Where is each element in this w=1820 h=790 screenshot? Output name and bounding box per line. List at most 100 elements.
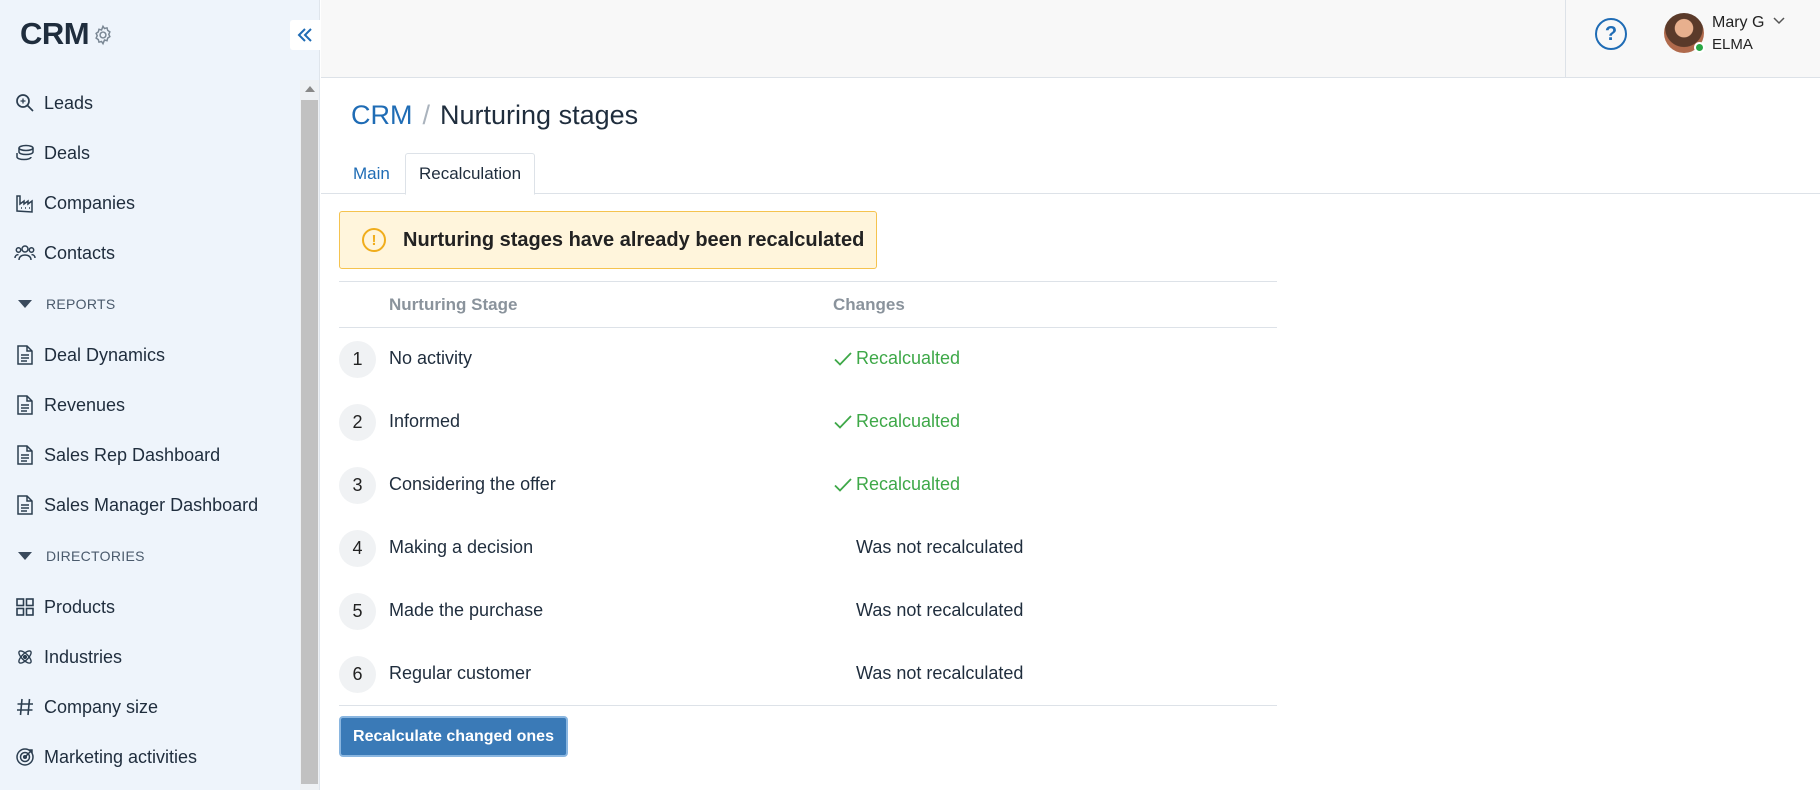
sidebar: CRM Leads Deals Companies Contacts REPOR… bbox=[0, 0, 320, 790]
coins-icon bbox=[14, 142, 36, 164]
grid-icon bbox=[14, 596, 36, 618]
sidebar-item-companies[interactable]: Companies bbox=[0, 178, 300, 228]
document-icon bbox=[14, 344, 36, 366]
tab-bar: Main Recalculation bbox=[321, 153, 1820, 195]
change-status: Recalcualted bbox=[833, 474, 960, 495]
gear-icon[interactable] bbox=[92, 24, 114, 46]
check-icon bbox=[834, 351, 852, 366]
caret-down-icon bbox=[18, 552, 32, 560]
topbar-divider bbox=[1565, 0, 1566, 78]
section-label: REPORTS bbox=[46, 296, 116, 312]
stage-name: Considering the offer bbox=[389, 474, 556, 494]
change-status-text: Recalcualted bbox=[856, 411, 961, 431]
hash-icon bbox=[14, 696, 36, 718]
sidebar-item-sales-manager-dashboard[interactable]: Sales Manager Dashboard bbox=[0, 480, 300, 530]
atom-icon bbox=[14, 646, 36, 668]
sidebar-item-label: Revenues bbox=[44, 394, 126, 415]
tab-recalculation[interactable]: Recalculation bbox=[405, 153, 536, 195]
row-number-badge: 4 bbox=[339, 530, 376, 567]
document-icon bbox=[14, 394, 36, 416]
table-bottom-border bbox=[339, 705, 1277, 706]
change-status-text: Was not recalculated bbox=[856, 600, 1024, 620]
user-org: ELMA bbox=[1712, 36, 1753, 53]
table-row: 6 Regular customer Was not recalculated bbox=[339, 643, 1277, 706]
check-icon bbox=[834, 414, 852, 429]
row-number-badge: 3 bbox=[339, 467, 376, 504]
sidebar-item-label: Leads bbox=[44, 92, 94, 113]
table-header: Nurturing Stage Changes bbox=[339, 281, 1277, 328]
table-row: 2 Informed Recalcualted bbox=[339, 391, 1277, 454]
sidebar-item-revenues[interactable]: Revenues bbox=[0, 380, 300, 430]
scrollbar-thumb[interactable] bbox=[301, 100, 318, 784]
sidebar-item-products[interactable]: Products bbox=[0, 582, 300, 632]
exclamation-circle-icon: ! bbox=[362, 228, 386, 252]
search-icon bbox=[14, 92, 36, 114]
stages-table: Nurturing Stage Changes 1 No activity Re… bbox=[339, 281, 1277, 706]
sidebar-scrollbar[interactable] bbox=[300, 80, 319, 790]
section-label: DIRECTORIES bbox=[46, 548, 145, 564]
warning-alert: ! Nurturing stages have already been rec… bbox=[339, 211, 877, 269]
change-status-text: Recalcualted bbox=[856, 348, 961, 368]
column-header-changes: Changes bbox=[833, 295, 905, 314]
page-title: Nurturing stages bbox=[440, 100, 639, 130]
alert-message: Nurturing stages have already been recal… bbox=[403, 229, 865, 251]
users-icon bbox=[14, 242, 36, 264]
sidebar-nav: Leads Deals Companies Contacts REPORTS D… bbox=[0, 78, 300, 782]
row-number-badge: 1 bbox=[339, 341, 376, 378]
check-icon bbox=[834, 477, 852, 492]
sidebar-item-sales-rep-dashboard[interactable]: Sales Rep Dashboard bbox=[0, 430, 300, 480]
sidebar-item-label: Sales Manager Dashboard bbox=[44, 494, 259, 515]
document-icon bbox=[14, 494, 36, 516]
sidebar-item-label: Deals bbox=[44, 142, 91, 163]
breadcrumb: CRM / Nurturing stages bbox=[351, 100, 638, 131]
factory-icon bbox=[14, 192, 36, 214]
question-circle-icon[interactable]: ? bbox=[1595, 18, 1627, 50]
stage-name: Making a decision bbox=[389, 537, 534, 557]
table-row: 1 No activity Recalcualted bbox=[339, 328, 1277, 391]
online-status-indicator bbox=[1694, 42, 1705, 53]
document-icon bbox=[14, 444, 36, 466]
row-number-badge: 5 bbox=[339, 593, 376, 630]
target-icon bbox=[14, 746, 36, 768]
scroll-up-arrow-icon[interactable] bbox=[305, 86, 315, 92]
change-status: Recalcualted bbox=[833, 348, 960, 369]
breadcrumb-separator: / bbox=[422, 100, 431, 130]
breadcrumb-root-link[interactable]: CRM bbox=[351, 100, 413, 131]
sidebar-item-label: Company size bbox=[44, 696, 159, 717]
sidebar-item-deal-dynamics[interactable]: Deal Dynamics bbox=[0, 330, 300, 380]
stage-name: No activity bbox=[389, 348, 473, 368]
tab-main[interactable]: Main bbox=[341, 153, 400, 194]
table-row: 4 Making a decision Was not recalculated bbox=[339, 517, 1277, 580]
app-title[interactable]: CRM bbox=[20, 16, 90, 52]
table-row: 3 Considering the offer Recalcualted bbox=[339, 454, 1277, 517]
double-chevron-left-icon bbox=[297, 28, 312, 42]
change-status-text: Was not recalculated bbox=[856, 663, 1024, 683]
section-directories[interactable]: DIRECTORIES bbox=[0, 530, 300, 582]
sidebar-item-label: Deal Dynamics bbox=[44, 344, 166, 365]
sidebar-item-leads[interactable]: Leads bbox=[0, 78, 300, 128]
sidebar-item-contacts[interactable]: Contacts bbox=[0, 228, 300, 278]
table-row: 5 Made the purchase Was not recalculated bbox=[339, 580, 1277, 643]
sidebar-item-label: Companies bbox=[44, 192, 136, 213]
recalculate-changed-button[interactable]: Recalculate changed ones bbox=[339, 716, 568, 757]
row-number-badge: 6 bbox=[339, 656, 376, 693]
user-name[interactable]: Mary G bbox=[1712, 14, 1764, 32]
sidebar-header: CRM bbox=[0, 0, 320, 72]
change-status-text: Was not recalculated bbox=[856, 537, 1024, 557]
sidebar-item-industries[interactable]: Industries bbox=[0, 632, 300, 682]
sidebar-item-label: Industries bbox=[44, 646, 123, 667]
sidebar-item-marketing-activities[interactable]: Marketing activities bbox=[0, 732, 300, 782]
section-reports[interactable]: REPORTS bbox=[0, 278, 300, 330]
chevron-down-icon[interactable] bbox=[1772, 16, 1786, 26]
sidebar-item-deals[interactable]: Deals bbox=[0, 128, 300, 178]
change-status: Recalcualted bbox=[833, 411, 960, 432]
collapse-sidebar-button[interactable] bbox=[290, 20, 320, 50]
sidebar-item-label: Products bbox=[44, 596, 116, 617]
stage-name: Regular customer bbox=[389, 663, 532, 683]
row-number-badge: 2 bbox=[339, 404, 376, 441]
sidebar-item-label: Marketing activities bbox=[44, 746, 198, 767]
sidebar-item-company-size[interactable]: Company size bbox=[0, 682, 300, 732]
column-header-stage: Nurturing Stage bbox=[389, 295, 518, 314]
stage-name: Made the purchase bbox=[389, 600, 544, 620]
sidebar-item-label: Contacts bbox=[44, 242, 116, 263]
